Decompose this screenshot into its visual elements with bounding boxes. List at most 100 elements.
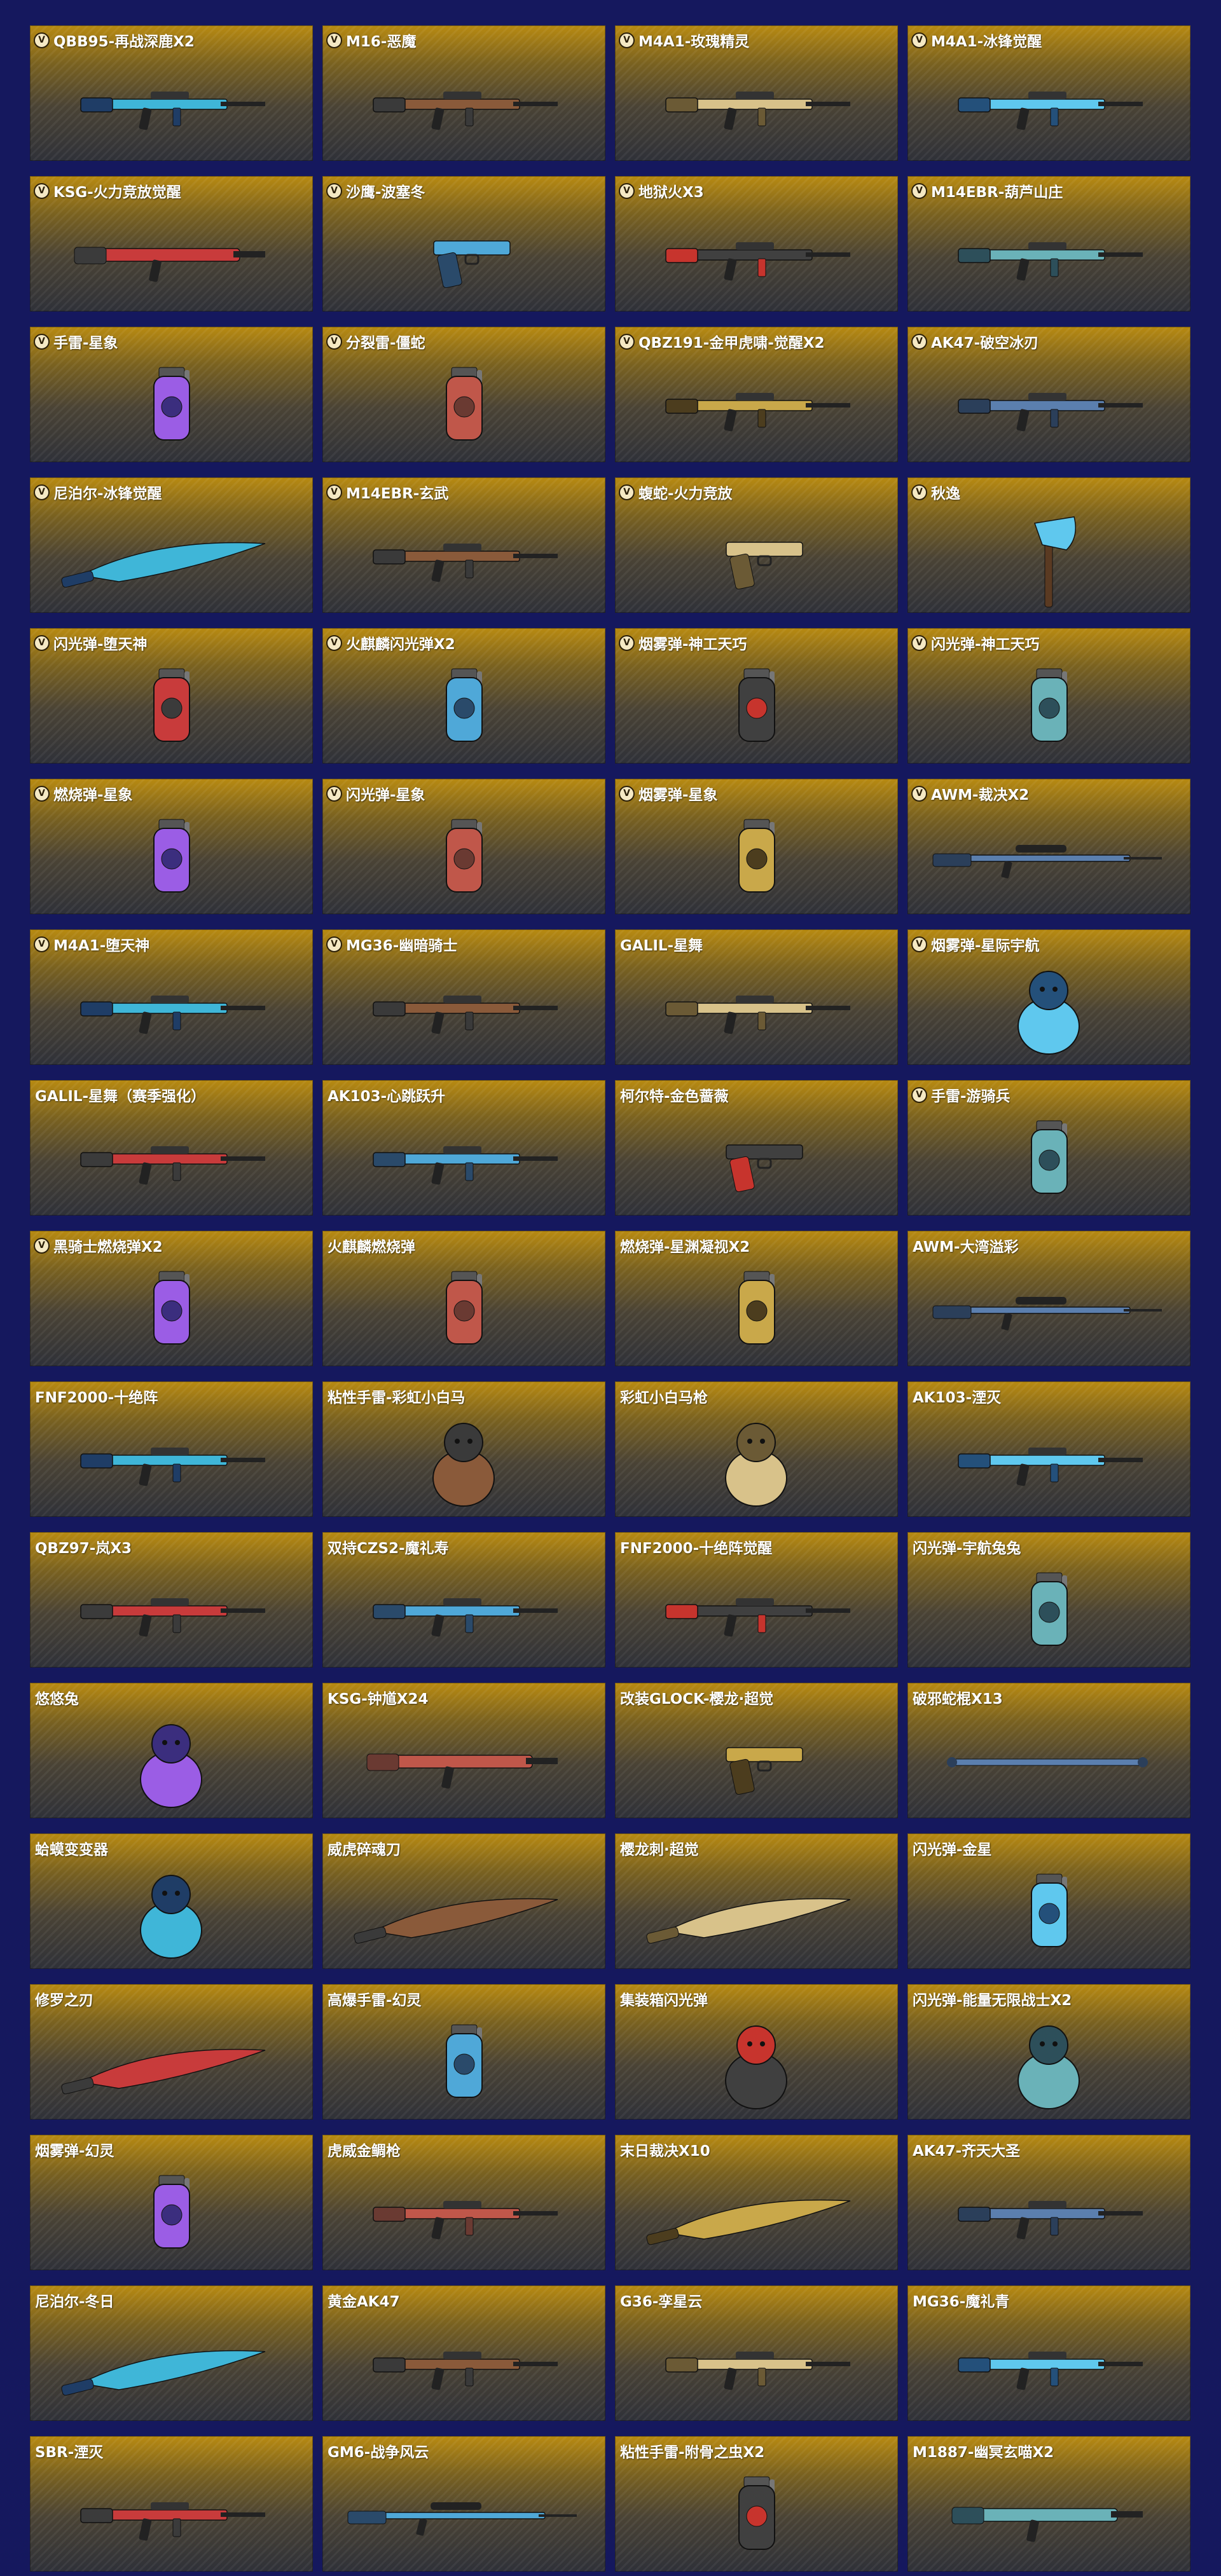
- item-name: 闪光弹-能量无限战士X2: [913, 1992, 1072, 2009]
- sniper-icon: [932, 1297, 1162, 1331]
- item-card-43[interactable]: FNF2000-十绝阵觉醒: [615, 1532, 898, 1668]
- item-name: AK103-心跳跃升: [328, 1088, 446, 1105]
- item-card-55[interactable]: 集装箱闪光弹: [615, 1984, 898, 2120]
- item-card-23[interactable]: V 烟雾弹-星象: [615, 779, 898, 914]
- item-card-45[interactable]: 悠悠兔: [30, 1683, 313, 1818]
- item-card-47[interactable]: 改装GLOCK-樱龙·超觉: [615, 1683, 898, 1818]
- card-header: G36-孪星云: [620, 2289, 893, 2311]
- item-name: M4A1-冰锋觉醒: [931, 34, 1042, 50]
- item-card-59[interactable]: 末日裁决X10: [615, 2135, 898, 2270]
- item-card-65[interactable]: SBR-湮灭: [30, 2436, 313, 2572]
- card-header: 威虎碎魂刀: [328, 1837, 600, 1859]
- item-card-11[interactable]: V QBZ191-金甲虎啸-觉醒X2: [615, 327, 898, 462]
- grenade-icon: [446, 2024, 483, 2098]
- vip-v-icon: V: [326, 182, 342, 199]
- item-card-33[interactable]: V 黑骑士燃烧弹X2: [30, 1231, 313, 1366]
- item-card-48[interactable]: 破邪蛇棍X13: [907, 1683, 1190, 1818]
- item-card-10[interactable]: V 分裂雷-僵蛇: [322, 327, 605, 462]
- card-header: 柯尔特-金色蔷薇: [620, 1084, 893, 1106]
- card-header: 闪光弹-能量无限战士X2: [913, 1988, 1185, 2010]
- item-card-22[interactable]: V 闪光弹-星象: [322, 779, 605, 914]
- item-name: M16-恶魔: [346, 34, 417, 50]
- item-name: QBZ97-岚X3: [35, 1540, 132, 1557]
- item-card-51[interactable]: 樱龙刺·超觉: [615, 1833, 898, 1969]
- item-card-35[interactable]: 燃烧弹-星渊凝视X2: [615, 1231, 898, 1366]
- item-card-19[interactable]: V 烟雾弹-神工天巧: [615, 628, 898, 764]
- item-card-13[interactable]: V 尼泊尔-冰锋觉醒: [30, 477, 313, 613]
- item-card-39[interactable]: 彩虹小白马枪: [615, 1381, 898, 1517]
- knife-icon: [354, 1898, 558, 1944]
- item-card-14[interactable]: V M14EBR-玄武: [322, 477, 605, 613]
- item-card-58[interactable]: 虎威金鲷枪: [322, 2135, 605, 2270]
- item-card-56[interactable]: 闪光弹-能量无限战士X2: [907, 1984, 1190, 2120]
- item-card-61[interactable]: 尼泊尔-冬日: [30, 2285, 313, 2421]
- card-header: FNF2000-十绝阵: [35, 1385, 308, 1407]
- item-name: 闪光弹-宇航兔兔: [913, 1540, 1021, 1557]
- item-card-2[interactable]: V M16-恶魔: [322, 25, 605, 161]
- rifle-icon: [665, 996, 850, 1034]
- item-card-31[interactable]: 柯尔特-金色蔷薇: [615, 1080, 898, 1216]
- item-card-8[interactable]: V M14EBR-葫芦山庄: [907, 176, 1190, 312]
- item-card-64[interactable]: MG36-魔礼青: [907, 2285, 1190, 2421]
- item-card-20[interactable]: V 闪光弹-神工天巧: [907, 628, 1190, 764]
- item-card-24[interactable]: V AWM-裁决X2: [907, 779, 1190, 914]
- item-card-38[interactable]: 粘性手雷-彩虹小白马: [322, 1381, 605, 1517]
- card-header: V M4A1-玫瑰精灵: [619, 29, 893, 51]
- item-card-26[interactable]: V MG36-幽暗骑士: [322, 929, 605, 1065]
- item-name: 改装GLOCK-樱龙·超觉: [620, 1691, 774, 1708]
- item-card-46[interactable]: KSG-钟馗X24: [322, 1683, 605, 1818]
- item-name: 彩虹小白马枪: [620, 1390, 708, 1406]
- item-card-32[interactable]: V 手雷-游骑兵: [907, 1080, 1190, 1216]
- item-card-7[interactable]: V 地狱火X3: [615, 176, 898, 312]
- item-card-60[interactable]: AK47-齐天大圣: [907, 2135, 1190, 2270]
- item-card-50[interactable]: 威虎碎魂刀: [322, 1833, 605, 1969]
- item-name: 粘性手雷-彩虹小白马: [328, 1390, 466, 1406]
- item-card-67[interactable]: 粘性手雷-附骨之虫X2: [615, 2436, 898, 2572]
- item-name: 分裂雷-僵蛇: [346, 335, 425, 352]
- vip-v-icon: V: [34, 634, 50, 651]
- item-card-62[interactable]: 黄金AK47: [322, 2285, 605, 2421]
- item-name: 威虎碎魂刀: [328, 1842, 401, 1858]
- item-card-36[interactable]: AWM-大湾溢彩: [907, 1231, 1190, 1366]
- item-name: 黑骑士燃烧弹X2: [53, 1239, 163, 1256]
- item-card-18[interactable]: V 火麒麟闪光弹X2: [322, 628, 605, 764]
- item-card-6[interactable]: V 沙鹰-波塞冬: [322, 176, 605, 312]
- item-card-40[interactable]: AK103-湮灭: [907, 1381, 1190, 1517]
- item-card-66[interactable]: GM6-战争风云: [322, 2436, 605, 2572]
- item-name: FNF2000-十绝阵觉醒: [620, 1540, 773, 1557]
- item-card-30[interactable]: AK103-心跳跃升: [322, 1080, 605, 1216]
- item-card-53[interactable]: 修罗之刃: [30, 1984, 313, 2120]
- item-card-34[interactable]: 火麒麟燃烧弹: [322, 1231, 605, 1366]
- item-grid: V QBB95-再战深鹿X2 V M16-恶魔 V M4A1-玫瑰精灵 V M4…: [30, 25, 1191, 2572]
- item-card-49[interactable]: 蛤蟆变变器: [30, 1833, 313, 1969]
- item-card-5[interactable]: V KSG-火力竞放觉醒: [30, 176, 313, 312]
- card-header: V 燃烧弹-星象: [34, 783, 308, 804]
- item-card-9[interactable]: V 手雷-星象: [30, 327, 313, 462]
- item-card-44[interactable]: 闪光弹-宇航兔兔: [907, 1532, 1190, 1668]
- item-card-57[interactable]: 烟雾弹-幻灵: [30, 2135, 313, 2270]
- item-card-4[interactable]: V M4A1-冰锋觉醒: [907, 25, 1190, 161]
- item-card-63[interactable]: G36-孪星云: [615, 2285, 898, 2421]
- item-card-42[interactable]: 双持CZS2-魔礼寿: [322, 1532, 605, 1668]
- rifle-icon: [80, 1448, 265, 1486]
- vip-v-icon: V: [911, 182, 927, 199]
- item-card-27[interactable]: GALIL-星舞: [615, 929, 898, 1065]
- item-card-29[interactable]: GALIL-星舞（赛季强化）: [30, 1080, 313, 1216]
- item-card-54[interactable]: 高爆手雷-幻灵: [322, 1984, 605, 2120]
- item-card-52[interactable]: 闪光弹-金星: [907, 1833, 1190, 1969]
- vip-v-icon: V: [619, 785, 635, 802]
- item-card-37[interactable]: FNF2000-十绝阵: [30, 1381, 313, 1517]
- knife-icon: [61, 2048, 266, 2095]
- item-card-12[interactable]: V AK47-破空冰刃: [907, 327, 1190, 462]
- item-card-25[interactable]: V M4A1-堕天神: [30, 929, 313, 1065]
- item-card-21[interactable]: V 燃烧弹-星象: [30, 779, 313, 914]
- item-card-68[interactable]: M1887-幽冥玄喵X2: [907, 2436, 1190, 2572]
- item-card-1[interactable]: V QBB95-再战深鹿X2: [30, 25, 313, 161]
- item-card-15[interactable]: V 蝮蛇-火力竞放: [615, 477, 898, 613]
- item-card-3[interactable]: V M4A1-玫瑰精灵: [615, 25, 898, 161]
- item-card-17[interactable]: V 闪光弹-堕天神: [30, 628, 313, 764]
- item-card-28[interactable]: V 烟雾弹-星际宇航: [907, 929, 1190, 1065]
- item-card-16[interactable]: V 秋逸: [907, 477, 1190, 613]
- item-name: 柯尔特-金色蔷薇: [620, 1088, 729, 1105]
- item-card-41[interactable]: QBZ97-岚X3: [30, 1532, 313, 1668]
